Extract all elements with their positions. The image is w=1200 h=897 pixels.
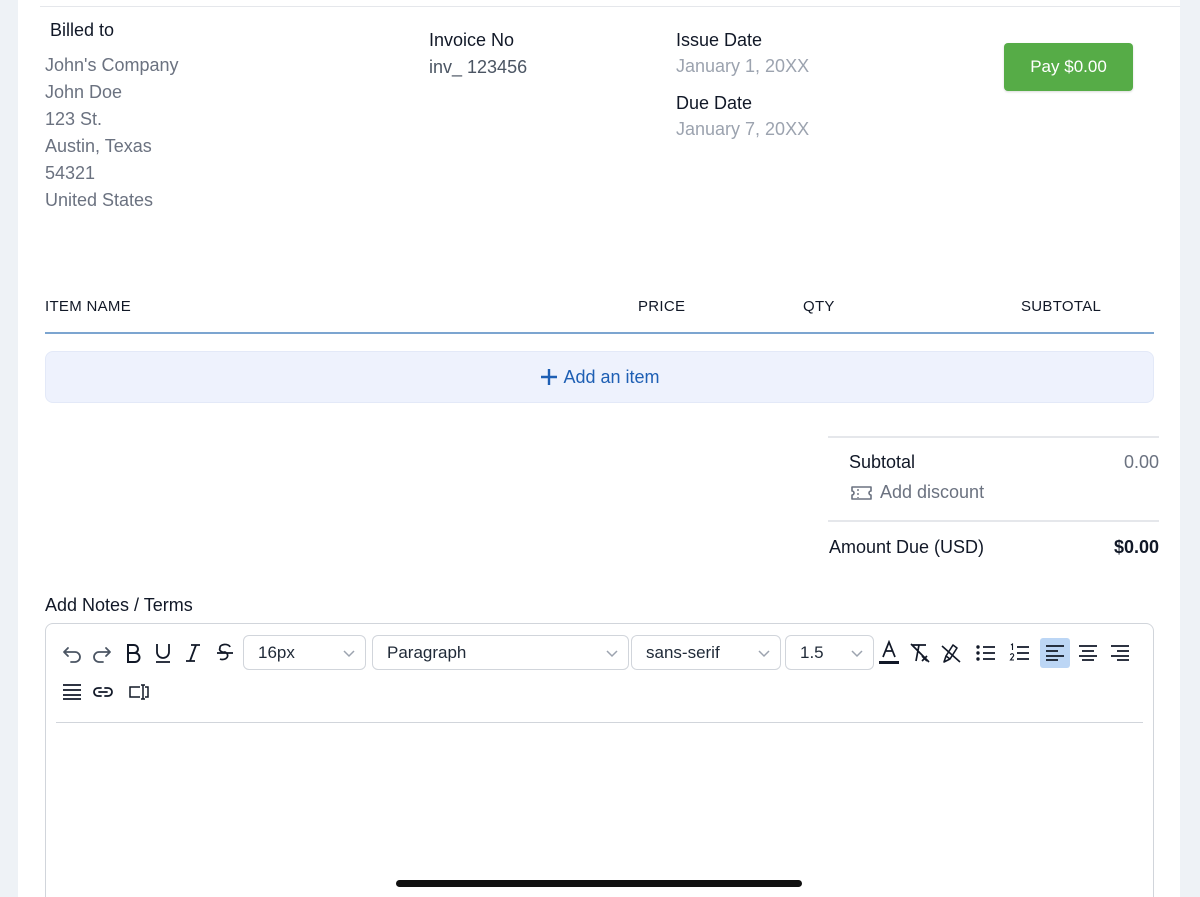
issue-date-value: January 1, 20XX xyxy=(676,56,810,76)
align-left-icon[interactable] xyxy=(1040,638,1070,668)
contact-name: John Doe xyxy=(45,82,123,102)
totals-divider-bottom xyxy=(828,520,1159,522)
editor-toolbar-divider xyxy=(56,722,1143,723)
bold-icon[interactable] xyxy=(122,641,144,665)
street-address: 123 St. xyxy=(45,109,103,129)
align-center-icon[interactable] xyxy=(1076,641,1100,665)
column-header-item-name: ITEM NAME xyxy=(45,298,132,315)
ticket-icon xyxy=(851,485,872,500)
invoice-number-label: Invoice No xyxy=(429,30,515,50)
chevron-down-icon xyxy=(606,649,618,657)
due-date-label: Due Date xyxy=(676,93,753,113)
add-discount-button[interactable]: Add discount xyxy=(850,482,984,503)
font-family-select[interactable]: sans-serif xyxy=(631,635,781,670)
invoice-sheet: Billed to John's Company John Doe 123 St… xyxy=(18,0,1180,897)
billed-to-label: Billed to xyxy=(50,20,115,40)
subtotal-value: 0.00 xyxy=(1123,452,1159,472)
chevron-down-icon xyxy=(851,649,863,657)
line-height-value: 1.5 xyxy=(800,642,824,662)
block-type-select[interactable]: Paragraph xyxy=(372,635,629,670)
insert-field-icon[interactable] xyxy=(126,680,152,704)
clear-formatting-icon[interactable] xyxy=(908,641,932,665)
link-icon[interactable] xyxy=(91,680,115,704)
line-height-select[interactable]: 1.5 xyxy=(785,635,874,670)
strikethrough-icon[interactable] xyxy=(214,641,236,665)
chevron-down-icon xyxy=(758,649,770,657)
font-size-select[interactable]: 16px xyxy=(243,635,366,670)
underline-icon[interactable] xyxy=(152,641,174,665)
pay-button[interactable]: Pay $0.00 xyxy=(1004,43,1133,91)
align-right-icon[interactable] xyxy=(1108,641,1132,665)
amount-due-value: $0.00 xyxy=(1113,537,1159,557)
block-type-value: Paragraph xyxy=(387,642,467,662)
add-item-button[interactable]: Add an item xyxy=(45,351,1154,403)
bulleted-list-icon[interactable] xyxy=(974,641,998,665)
plus-icon xyxy=(541,369,558,385)
table-header-divider xyxy=(45,332,1154,334)
country: United States xyxy=(45,190,154,210)
align-justify-icon[interactable] xyxy=(60,680,84,704)
due-date-value: January 7, 20XX xyxy=(676,119,810,139)
invoice-number-value: inv_ 123456 xyxy=(429,57,528,77)
notes-terms-label: Add Notes / Terms xyxy=(45,595,193,615)
add-discount-label: Add discount xyxy=(880,482,985,502)
company-name: John's Company xyxy=(45,55,179,75)
numbered-list-icon[interactable] xyxy=(1008,641,1032,665)
text-color-icon[interactable] xyxy=(877,639,901,667)
italic-icon[interactable] xyxy=(182,641,204,665)
amount-due-label: Amount Due (USD) xyxy=(829,537,985,557)
column-header-subtotal: SUBTOTAL xyxy=(1021,298,1102,315)
undo-icon[interactable] xyxy=(60,641,84,665)
highlight-off-icon[interactable] xyxy=(939,641,963,665)
redo-icon[interactable] xyxy=(90,641,114,665)
add-item-label: Add an item xyxy=(563,366,660,387)
home-indicator[interactable] xyxy=(396,880,802,887)
billed-to-address: John's Company John Doe 123 St. Austin, … xyxy=(45,52,179,214)
top-divider xyxy=(40,6,1180,7)
zip-code: 54321 xyxy=(45,163,96,183)
city-state: Austin, Texas xyxy=(45,136,152,156)
subtotal-label: Subtotal xyxy=(849,452,916,472)
font-size-value: 16px xyxy=(258,642,295,662)
notes-rich-text-editor[interactable]: 16px Paragraph sans-serif 1.5 xyxy=(45,623,1154,897)
chevron-down-icon xyxy=(343,649,355,657)
totals-divider-top xyxy=(828,436,1159,438)
column-header-price: PRICE xyxy=(638,298,686,315)
issue-date-label: Issue Date xyxy=(676,30,763,50)
column-header-qty: QTY xyxy=(803,298,835,315)
font-family-value: sans-serif xyxy=(646,642,720,662)
